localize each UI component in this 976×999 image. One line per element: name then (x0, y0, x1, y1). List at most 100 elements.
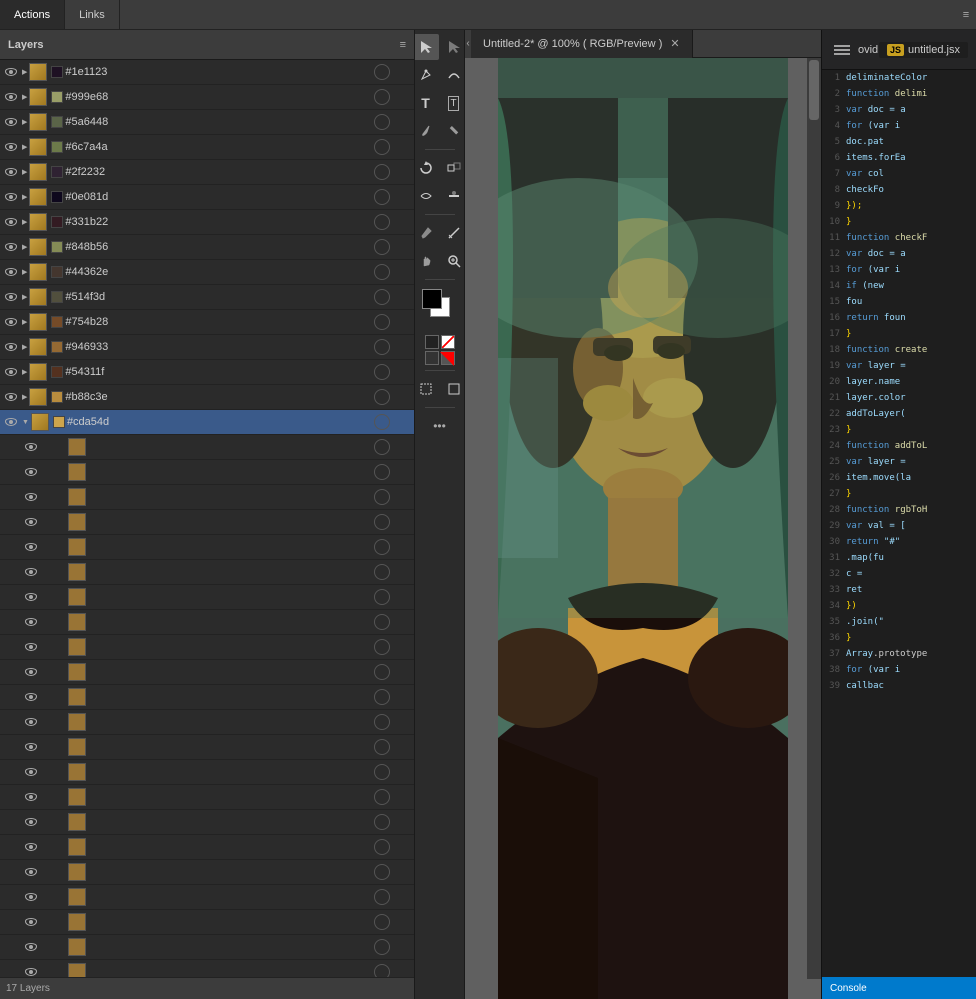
none-stroke[interactable] (425, 351, 439, 365)
layer-row[interactable]: ▶ #54311f (0, 360, 414, 385)
layer-visibility-btn[interactable] (20, 435, 42, 460)
layer-visibility-btn[interactable] (20, 485, 42, 510)
layer-expand-icon[interactable]: ▶ (22, 343, 27, 351)
layer-visibility-btn[interactable] (0, 235, 22, 260)
canvas-tab-close[interactable]: ✕ (670, 37, 679, 50)
layer-visibility-circle[interactable] (374, 514, 390, 530)
layer-row[interactable]: ▶ #44362e (0, 260, 414, 285)
more-tools-btn[interactable]: ••• (425, 413, 455, 439)
layer-visibility-circle[interactable] (374, 339, 390, 355)
canvas-scroll-bar[interactable] (807, 58, 821, 979)
layer-visibility-btn[interactable] (0, 360, 22, 385)
layer-visibility-circle[interactable] (374, 489, 390, 505)
layer-row[interactable] (0, 785, 414, 810)
stroke-box[interactable] (425, 335, 439, 349)
artboard-tool-btn[interactable] (415, 376, 439, 402)
layer-visibility-circle[interactable] (374, 539, 390, 555)
layer-visibility-btn[interactable] (0, 85, 22, 110)
layer-row[interactable] (0, 735, 414, 760)
layer-row[interactable] (0, 610, 414, 635)
layer-visibility-circle[interactable] (374, 214, 390, 230)
layer-row[interactable] (0, 435, 414, 460)
layer-visibility-circle[interactable] (374, 714, 390, 730)
layer-visibility-circle[interactable] (374, 764, 390, 780)
layer-visibility-circle[interactable] (374, 414, 390, 430)
type-area-tool-btn[interactable]: T (441, 90, 466, 116)
hand-tool-btn[interactable] (415, 248, 439, 274)
layer-visibility-circle[interactable] (374, 464, 390, 480)
scale-tool-btn[interactable] (441, 155, 466, 181)
layer-visibility-circle[interactable] (374, 289, 390, 305)
layer-visibility-circle[interactable] (374, 964, 390, 977)
layer-visibility-btn[interactable] (20, 760, 42, 785)
layer-expand-icon[interactable]: ▼ (22, 419, 29, 426)
layer-row[interactable]: ▼ #cda54d (0, 410, 414, 435)
layer-row[interactable]: ▶ #0e081d (0, 185, 414, 210)
layer-visibility-btn[interactable] (20, 710, 42, 735)
panel-menu-btn[interactable]: ≡ (956, 5, 976, 25)
eyedropper-tool-btn[interactable] (415, 220, 439, 246)
layer-row[interactable] (0, 485, 414, 510)
layer-visibility-btn[interactable] (20, 610, 42, 635)
layer-visibility-circle[interactable] (374, 614, 390, 630)
layer-visibility-btn[interactable] (20, 660, 42, 685)
layer-visibility-btn[interactable] (20, 560, 42, 585)
layer-visibility-btn[interactable] (20, 585, 42, 610)
layer-visibility-btn[interactable] (20, 785, 42, 810)
select-tool-btn[interactable] (415, 34, 439, 60)
layer-row[interactable] (0, 885, 414, 910)
layer-row[interactable] (0, 760, 414, 785)
layer-row[interactable] (0, 810, 414, 835)
layer-row[interactable]: ▶ #331b22 (0, 210, 414, 235)
layer-visibility-circle[interactable] (374, 139, 390, 155)
layer-visibility-btn[interactable] (20, 960, 42, 978)
layer-row[interactable] (0, 835, 414, 860)
layer-visibility-btn[interactable] (20, 635, 42, 660)
editor-console-tab[interactable]: Console (822, 977, 976, 999)
layer-row[interactable]: ▶ #6c7a4a (0, 135, 414, 160)
layer-row[interactable] (0, 685, 414, 710)
layer-visibility-btn[interactable] (0, 260, 22, 285)
layer-row[interactable]: ▶ #946933 (0, 335, 414, 360)
brush-tool-btn[interactable] (415, 118, 439, 144)
editor-tab-filename[interactable]: JS untitled.jsx (879, 42, 968, 58)
layer-visibility-circle[interactable] (374, 264, 390, 280)
layer-visibility-circle[interactable] (374, 864, 390, 880)
layer-visibility-btn[interactable] (0, 285, 22, 310)
layer-expand-icon[interactable]: ▶ (22, 93, 27, 101)
layer-visibility-circle[interactable] (374, 314, 390, 330)
layer-row[interactable] (0, 710, 414, 735)
layer-visibility-btn[interactable] (20, 910, 42, 935)
layer-expand-icon[interactable]: ▶ (22, 268, 27, 276)
layer-row[interactable] (0, 560, 414, 585)
layer-expand-icon[interactable]: ▶ (22, 168, 27, 176)
layer-visibility-btn[interactable] (0, 60, 22, 85)
layer-visibility-btn[interactable] (0, 160, 22, 185)
layer-expand-icon[interactable]: ▶ (22, 368, 27, 376)
layer-visibility-btn[interactable] (20, 735, 42, 760)
layer-visibility-circle[interactable] (374, 114, 390, 130)
layer-row[interactable]: ▶ #999e68 (0, 85, 414, 110)
layer-expand-icon[interactable]: ▶ (22, 218, 27, 226)
direct-select-tool-btn[interactable] (441, 34, 466, 60)
rotate-tool-btn[interactable] (415, 155, 439, 181)
layers-list[interactable]: ▶ #1e1123 ▶ #999e68 ▶ #5a6448 ▶ #6c7a4a (0, 60, 414, 977)
zoom-tool-btn[interactable] (441, 248, 466, 274)
pencil-tool-btn[interactable] (441, 118, 466, 144)
measure-tool-btn[interactable] (441, 220, 466, 246)
layer-row[interactable] (0, 960, 414, 977)
layer-visibility-btn[interactable] (0, 135, 22, 160)
layer-visibility-circle[interactable] (374, 889, 390, 905)
slice-tool-btn[interactable] (441, 376, 466, 402)
layer-visibility-circle[interactable] (374, 789, 390, 805)
layer-expand-icon[interactable]: ▶ (22, 393, 27, 401)
layer-visibility-btn[interactable] (20, 935, 42, 960)
layer-row[interactable] (0, 535, 414, 560)
canvas-viewport[interactable] (465, 58, 821, 999)
layer-visibility-circle[interactable] (374, 939, 390, 955)
layer-visibility-circle[interactable] (374, 839, 390, 855)
layer-visibility-circle[interactable] (374, 239, 390, 255)
layer-visibility-btn[interactable] (20, 810, 42, 835)
width-tool-btn[interactable] (441, 183, 466, 209)
layer-row[interactable] (0, 660, 414, 685)
